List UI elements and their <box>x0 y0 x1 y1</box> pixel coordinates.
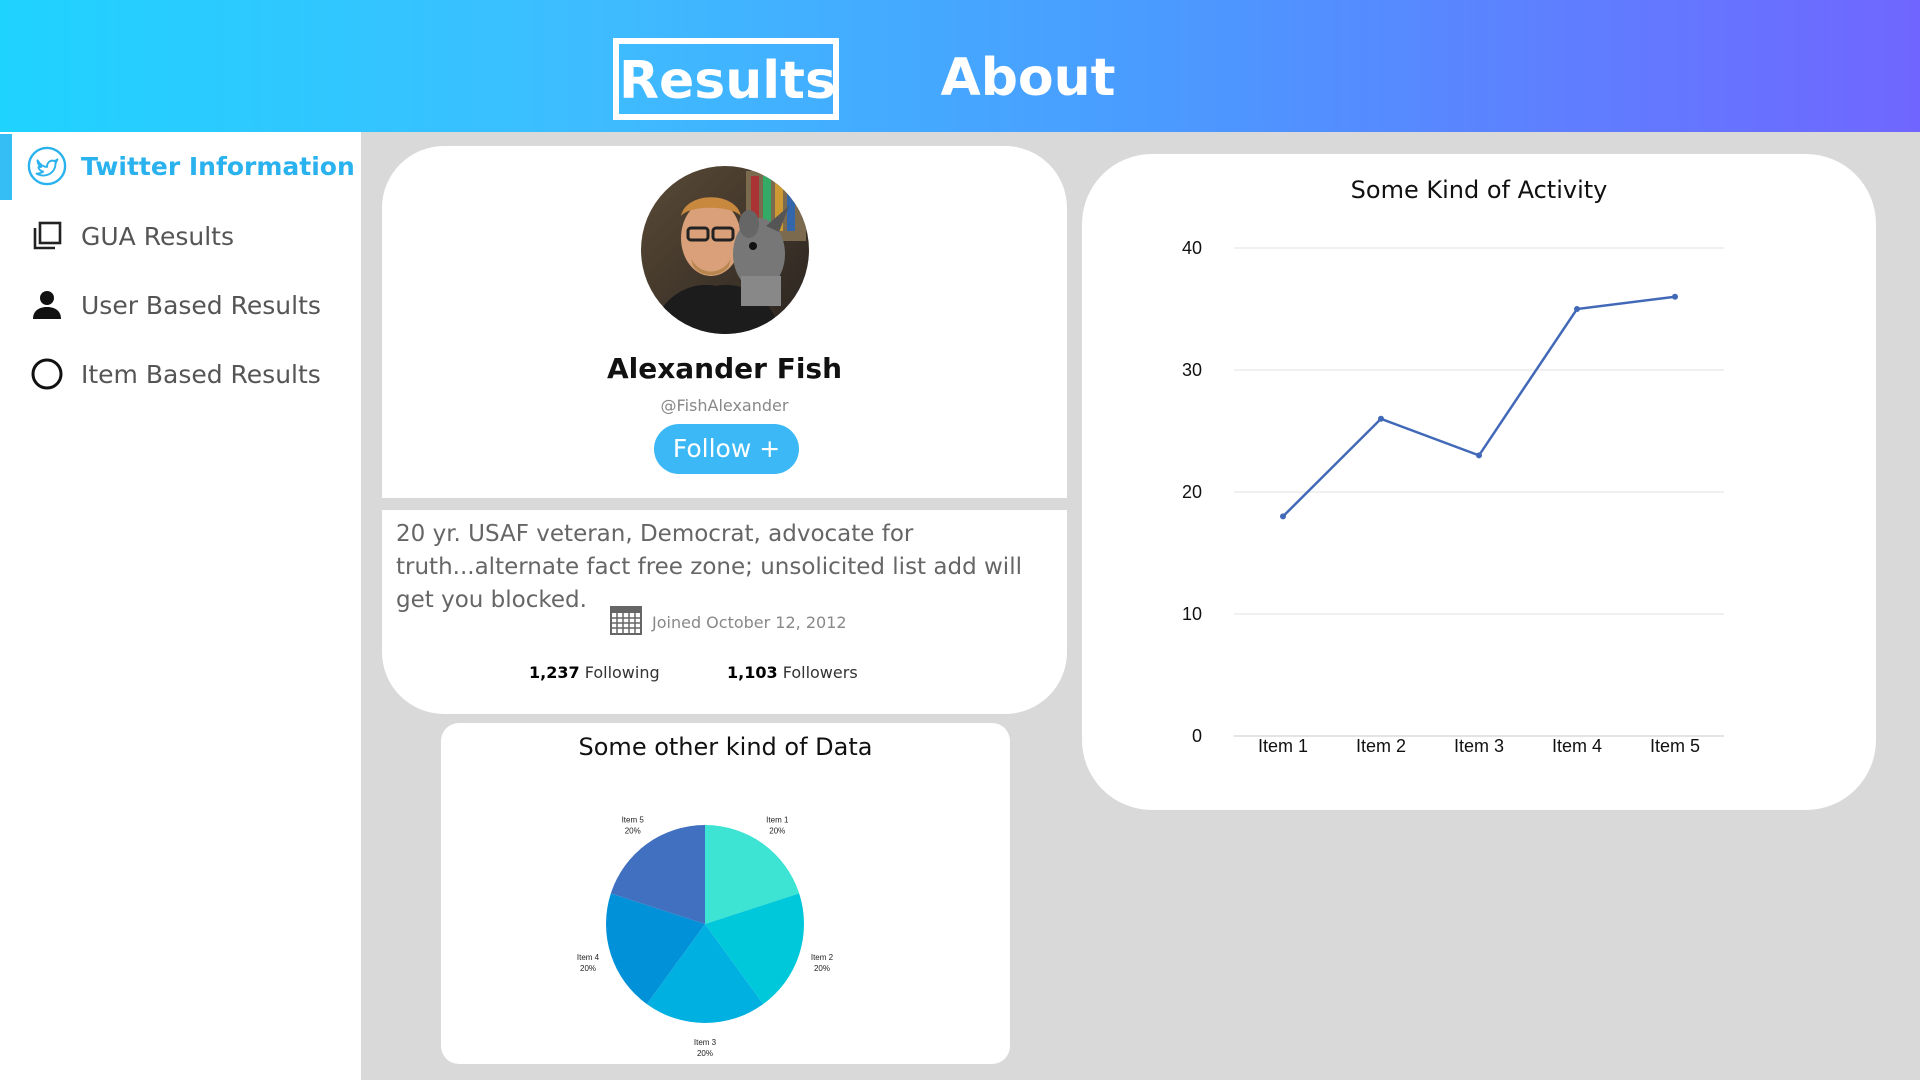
pie-category-label: Item 2 <box>811 953 834 962</box>
pie-value-label: 20% <box>625 826 641 835</box>
pie-category-label: Item 3 <box>694 1038 717 1047</box>
data-point[interactable] <box>1476 452 1482 459</box>
followers-count: 1,103 <box>727 663 778 682</box>
sidebar-item-gua-results[interactable]: GUA Results <box>0 206 361 266</box>
pie-value-label: 20% <box>697 1049 713 1058</box>
sidebar-item-user-based-results[interactable]: User Based Results <box>0 275 361 335</box>
circle-outline-icon <box>27 354 67 394</box>
x-tick-label: Item 3 <box>1454 736 1504 756</box>
y-tick-label: 30 <box>1182 360 1202 380</box>
sidebar: Twitter Information GUA Results User Bas… <box>0 132 361 1080</box>
sidebar-item-label: GUA Results <box>81 221 234 251</box>
sidebar-item-twitter-information[interactable]: Twitter Information <box>0 136 361 196</box>
pie-value-label: 20% <box>580 964 596 973</box>
line-chart: 0 10 20 30 40 Item 1 Item 2 Item 3 Item 4 Item 5 <box>1182 238 1724 756</box>
profile-bio: 20 yr. USAF veteran, Democrat, advocate … <box>396 521 1022 613</box>
y-tick-label: 0 <box>1192 726 1202 746</box>
series-line <box>1282 295 1676 518</box>
pie-chart-card: Some other kind of Data Item 1 20% Item 22… <box>441 723 1010 1064</box>
person-icon <box>27 285 67 325</box>
data-point[interactable] <box>1378 415 1384 422</box>
pie-category-label: Item 1 <box>766 815 789 824</box>
pie-category-label: Item 4 <box>577 953 600 962</box>
data-point[interactable] <box>1574 306 1580 312</box>
following-label: Following <box>584 663 660 682</box>
sidebar-item-item-based-results[interactable]: Item Based Results <box>0 344 361 404</box>
pie-value-label: 20% <box>769 826 785 835</box>
sidebar-item-label: Item Based Results <box>81 359 321 389</box>
calendar-icon <box>610 605 642 640</box>
tab-about[interactable]: About <box>940 38 1116 120</box>
followers-label: Followers <box>782 663 858 682</box>
pie-category-label: Item 5 <box>622 815 645 824</box>
x-tick-label: Item 1 <box>1258 736 1308 756</box>
x-tick-label: Item 2 <box>1356 736 1406 756</box>
x-tick-label: Item 4 <box>1552 736 1602 756</box>
twitter-bird-icon <box>27 146 67 186</box>
line-chart-card: Some Kind of Activity 0 10 20 30 40 Item 1 Ite… <box>1082 154 1876 810</box>
pie-chart: Item 1 20% Item 2 20% Item 3 20% Item 4 20% Item… <box>577 815 834 1058</box>
pie-value-label: 20% <box>814 964 830 973</box>
data-point[interactable] <box>1280 513 1286 520</box>
copy-stack-icon <box>27 216 67 256</box>
sidebar-item-label: User Based Results <box>81 290 321 320</box>
y-tick-label: 10 <box>1182 604 1202 624</box>
following-stat[interactable]: 1,237 Following <box>529 663 660 682</box>
y-tick-label: 40 <box>1182 238 1202 258</box>
sidebar-item-label: Twitter Information <box>81 151 355 181</box>
profile-handle: @FishAlexander <box>660 396 789 415</box>
avatar[interactable] <box>641 166 809 334</box>
joined-date: Joined October 12, 2012 <box>610 605 847 640</box>
profile-card: Alexander Fish @FishAlexander Follow + 2… <box>382 146 1067 714</box>
x-tick-label: Item 5 <box>1650 736 1700 756</box>
y-tick-label: 20 <box>1182 482 1202 502</box>
following-count: 1,237 <box>529 663 580 682</box>
divider <box>382 498 1067 510</box>
profile-name: Alexander Fish <box>606 352 843 385</box>
followers-stat[interactable]: 1,103 Followers <box>727 663 858 682</box>
joined-text: Joined October 12, 2012 <box>652 612 847 632</box>
top-bar: Results About <box>0 0 1920 132</box>
tab-results[interactable]: Results <box>613 38 839 120</box>
follow-button[interactable]: Follow + <box>654 424 799 474</box>
data-point[interactable] <box>1672 293 1678 300</box>
